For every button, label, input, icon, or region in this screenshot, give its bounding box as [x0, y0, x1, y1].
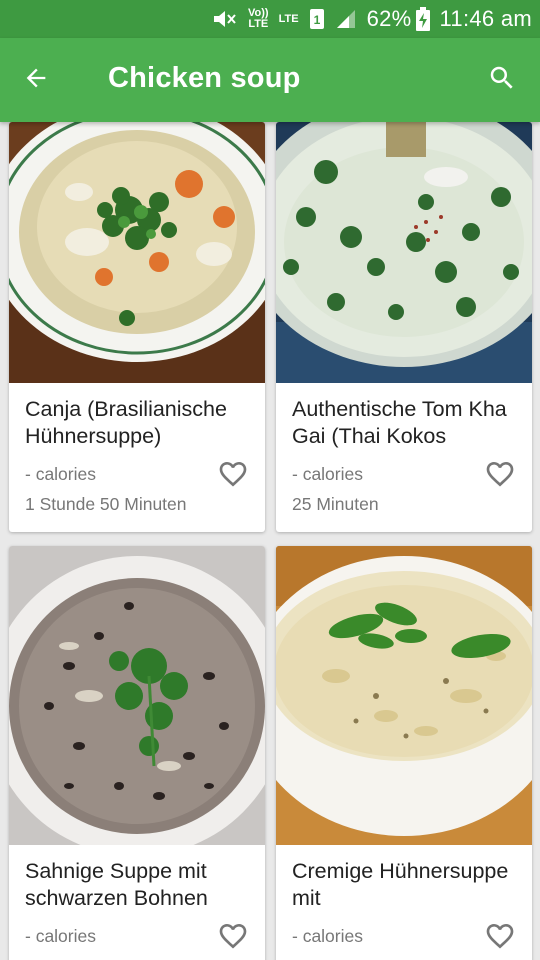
- app-bar: Chicken soup: [0, 38, 540, 122]
- page-title: Chicken soup: [108, 62, 301, 94]
- heart-outline-icon: [484, 920, 516, 957]
- recipe-grid: Canja (Brasilianische Hühnersuppe) - cal…: [0, 122, 540, 960]
- heart-outline-icon: [484, 458, 516, 495]
- search-button[interactable]: [482, 60, 522, 100]
- favorite-button[interactable]: [215, 920, 251, 956]
- recipe-calories: - calories: [25, 926, 96, 946]
- recipe-photo[interactable]: [9, 546, 265, 845]
- signal-icon: [335, 8, 357, 30]
- recipe-name: Canja (Brasilianische Hühnersuppe): [25, 397, 227, 448]
- favorite-button[interactable]: [482, 920, 518, 956]
- recipe-card[interactable]: Authentische Tom Kha Gai (Thai Kokos - c…: [276, 122, 532, 532]
- recipe-calories: - calories: [25, 464, 96, 484]
- recipe-name: Cremige Hühnersuppe mit: [292, 859, 509, 910]
- battery-charging-icon: [415, 7, 430, 31]
- status-bar: Vo)) LTE LTE 1 62% 11:46 am: [0, 0, 540, 38]
- recipe-name: Authentische Tom Kha Gai (Thai Kokos: [292, 397, 507, 448]
- heart-outline-icon: [217, 458, 249, 495]
- mute-icon: [210, 8, 238, 30]
- sim-icon: 1: [309, 8, 325, 30]
- svg-text:1: 1: [313, 13, 320, 27]
- recipe-calories: - calories: [292, 464, 363, 484]
- recipe-time: 1 Stunde 50 Minuten: [25, 494, 187, 514]
- clock: 11:46 am: [439, 6, 532, 31]
- battery-percent: 62%: [366, 6, 412, 31]
- recipe-name: Sahnige Suppe mit schwarzen Bohnen: [25, 859, 208, 910]
- recipe-card[interactable]: Sahnige Suppe mit schwarzen Bohnen - cal…: [9, 546, 265, 960]
- favorite-button[interactable]: [215, 458, 251, 494]
- back-button[interactable]: [16, 60, 56, 100]
- recipe-card[interactable]: Canja (Brasilianische Hühnersuppe) - cal…: [9, 122, 265, 532]
- recipe-photo[interactable]: [276, 122, 532, 383]
- recipe-time: 25 Minuten: [292, 494, 379, 514]
- recipe-photo[interactable]: [9, 122, 265, 383]
- favorite-button[interactable]: [482, 458, 518, 494]
- lte-indicator: LTE: [278, 12, 299, 25]
- arrow-back-icon: [22, 64, 50, 97]
- search-icon: [487, 63, 517, 98]
- volte-indicator: Vo)) LTE: [248, 7, 269, 30]
- recipe-photo[interactable]: [276, 546, 532, 845]
- recipe-card[interactable]: Cremige Hühnersuppe mit - calories: [276, 546, 532, 960]
- recipe-calories: - calories: [292, 926, 363, 946]
- heart-outline-icon: [217, 920, 249, 957]
